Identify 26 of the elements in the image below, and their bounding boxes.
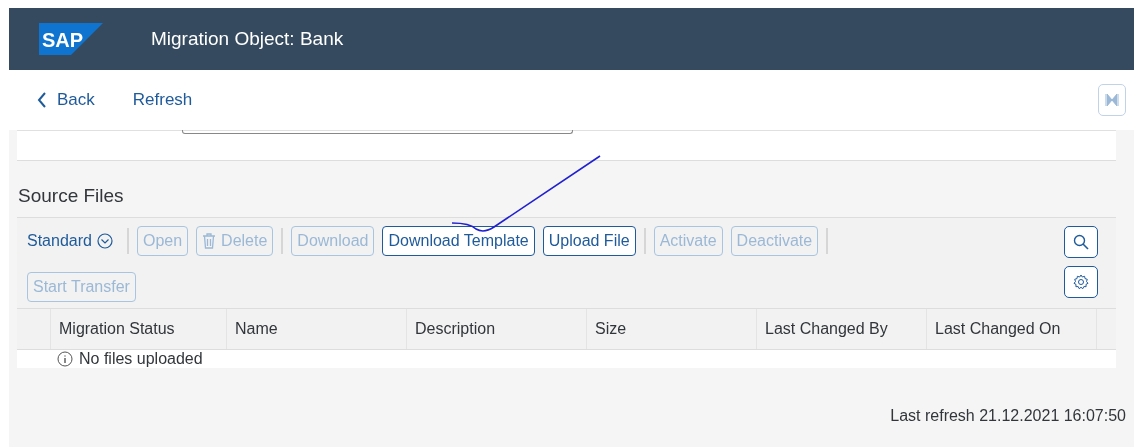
settings-icon xyxy=(1073,274,1089,290)
search-icon xyxy=(1073,234,1089,250)
input-field[interactable] xyxy=(182,130,573,134)
trash-icon xyxy=(202,233,217,249)
refresh-link[interactable]: Refresh xyxy=(132,90,193,110)
settings-button[interactable] xyxy=(1064,266,1098,298)
sap-logo: SAP xyxy=(39,23,103,55)
last-refresh-text: Last refresh 21.12.2021 16:07:50 xyxy=(890,407,1126,425)
column-header: Migration Status xyxy=(50,309,226,349)
column-header: Last Changed By xyxy=(756,309,926,349)
back-link[interactable]: Back xyxy=(37,90,95,110)
column-header: Size xyxy=(586,309,756,349)
toolbar-button[interactable]: Download Template xyxy=(382,226,535,256)
info-icon xyxy=(57,351,73,367)
variant-selector[interactable]: Standard xyxy=(27,232,119,250)
chevron-left-icon xyxy=(37,92,47,108)
section-title: Source Files xyxy=(18,185,125,207)
dropdown-icon xyxy=(96,233,113,249)
page-title: Migration Object: Bank xyxy=(151,28,344,50)
empty-message: No files uploaded xyxy=(79,350,203,368)
toolbar-button[interactable]: Upload File xyxy=(542,226,636,256)
column-header: Last Changed On xyxy=(926,309,1096,349)
search-button[interactable] xyxy=(1064,226,1098,258)
collapse-icon xyxy=(1105,94,1119,106)
column-header: Description xyxy=(406,309,586,349)
column-header: Name xyxy=(226,309,406,349)
